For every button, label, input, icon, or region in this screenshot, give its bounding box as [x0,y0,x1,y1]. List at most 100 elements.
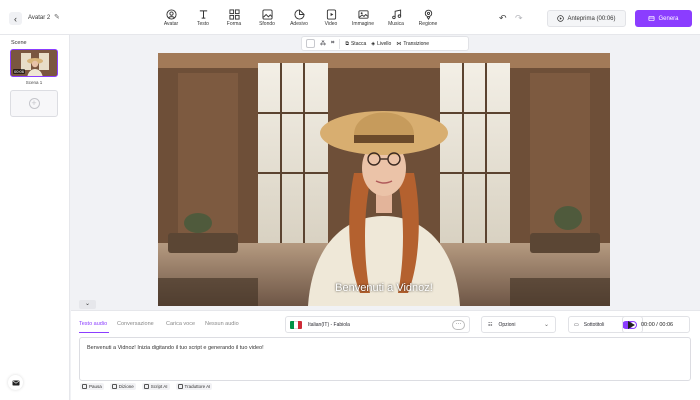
undo-icon[interactable]: ↶ [499,13,507,24]
back-button[interactable]: ‹ [9,12,22,25]
tool-region[interactable]: Regione [414,9,442,27]
background-icon [261,9,273,20]
ai-translator-button[interactable]: Traduttore AI [175,383,213,390]
support-button[interactable] [8,375,23,390]
tool-label: Regione [418,21,438,27]
transition-icon: ⋈ [396,40,402,47]
subtitle-caption[interactable]: Benvenuti a Vidnoz! [158,282,610,294]
canvas-scene-image [158,53,610,306]
chevron-left-icon: ‹ [14,13,17,24]
scene-duration: 00:06 [13,69,26,74]
tool-avatar[interactable]: Avatar [157,9,185,27]
script-panel: Testo audio Conversazione Carica voce Ne… [71,310,700,400]
script-tools: Pausa Dizione Script AI Traduttore AI [80,383,213,390]
text-icon [199,10,207,19]
generate-button[interactable]: Genera [635,10,692,27]
tool-image[interactable]: Immagine [349,9,377,27]
layers-label: Livello [377,40,392,47]
canvas-toolbar: ⁂ ⌗ ⧉ Stacca ◈ Livello ⋈ Transizione [301,36,469,51]
sticker-icon [293,9,305,20]
avatar-icon [165,9,177,20]
ai-script-icon [143,384,149,389]
project-name: Avatar 2 [28,15,51,21]
shapes-icon [228,9,240,20]
mail-icon [12,380,19,385]
diction-icon [111,384,117,389]
music-icon [391,9,401,20]
scenes-panel: Scene 00:06 Scena 1 + [0,35,70,400]
options-dropdown[interactable]: ☷ Opzioni ⌄ [481,316,556,333]
region-icon [424,9,432,20]
tool-shapes[interactable]: Forma [220,9,248,27]
layers-icon: ◈ [371,40,376,47]
active-tab-indicator [79,332,109,333]
subtitles-label: Sottotitoli [583,321,605,328]
sliders-icon: ☷ [488,321,493,328]
chip-label: Pausa [89,384,102,389]
edit-icon[interactable]: ✎ [54,13,60,21]
crop-icon[interactable]: ⌗ [331,40,334,47]
grid-icon[interactable]: ⁂ [320,40,326,47]
tab-text-audio[interactable]: Testo audio [79,321,107,327]
scenes-title: Scene [11,40,27,46]
tool-music[interactable]: Musica [382,9,410,27]
video-canvas[interactable]: Benvenuti a Vidnoz! [158,53,610,306]
tool-video[interactable]: Video [317,9,345,27]
italy-flag-icon [290,320,302,329]
script-textarea[interactable]: Benvenuti a Vidnoz! Inizia digitando il … [79,337,691,381]
preview-label: Anteprima (00:06) [567,15,616,22]
divider [339,38,341,49]
transition-button[interactable]: ⋈ Transizione [396,41,429,47]
chevron-down-icon: ⌄ [84,301,91,307]
audio-player[interactable]: 00:00 / 00:06 [622,316,690,333]
tool-background[interactable]: Sfondo [253,9,281,27]
tab-no-audio[interactable]: Nessun audio [205,321,239,327]
tab-upload-voice[interactable]: Carica voce [166,321,195,327]
script-text: Benvenuti a Vidnoz! Inizia digitando il … [87,345,264,351]
tool-label: Immagine [352,21,374,27]
scene-label: Scena 1 [25,80,43,85]
generate-label: Genera [658,15,679,22]
add-scene-button[interactable]: + [10,90,58,117]
detach-label: Stacca [350,40,367,47]
generate-icon [649,15,655,22]
tool-label: Sfondo [259,21,275,27]
layers-button[interactable]: ◈ Livello [371,41,391,47]
collapse-panel-button[interactable]: ⌄ [79,300,96,309]
tool-label: Testo [197,21,209,27]
playback-time: 00:00 / 00:06 [641,321,674,328]
image-icon [357,10,369,19]
translator-icon [177,384,183,389]
options-label: Opzioni [498,321,516,328]
tool-sticker[interactable]: Adesivo [285,9,313,27]
chip-label: Dizione [118,384,134,389]
detach-icon: ⧉ [345,40,349,47]
tool-label: Adesivo [290,21,308,27]
pause-icon [82,384,87,389]
tool-label: Avatar [163,21,179,27]
scene-thumbnail[interactable]: 00:06 [10,49,58,77]
more-options-icon[interactable]: ··· [452,319,465,330]
top-bar: ‹ Avatar 2 ✎ Avatar Testo Forma Sfondo A… [0,0,700,35]
color-swatch[interactable] [306,39,315,48]
tool-text[interactable]: Testo [189,9,217,27]
detach-button[interactable]: ⧉ Stacca [345,41,366,47]
play-icon[interactable] [628,320,635,329]
subtitles-icon: ▭ [574,321,579,328]
chip-label: Script AI [150,384,168,389]
chevron-down-icon: ⌄ [543,322,549,328]
ai-script-button[interactable]: Script AI [141,383,170,390]
redo-icon[interactable]: ↷ [515,13,523,24]
play-circle-icon [557,15,565,22]
preview-button[interactable]: Anteprima (00:06) [547,10,626,27]
pause-button[interactable]: Pausa [80,383,104,390]
video-icon [326,9,336,20]
voice-selector[interactable]: Italian(IT) - Fabiola ··· [285,316,470,333]
tab-conversation[interactable]: Conversazione [117,321,154,327]
transition-label: Transizione [403,40,429,47]
diction-button[interactable]: Dizione [109,383,136,390]
tool-label: Video [324,21,338,27]
tool-label: Forma [226,21,242,27]
tool-label: Musica [388,21,404,27]
chip-label: Traduttore AI [184,384,211,389]
